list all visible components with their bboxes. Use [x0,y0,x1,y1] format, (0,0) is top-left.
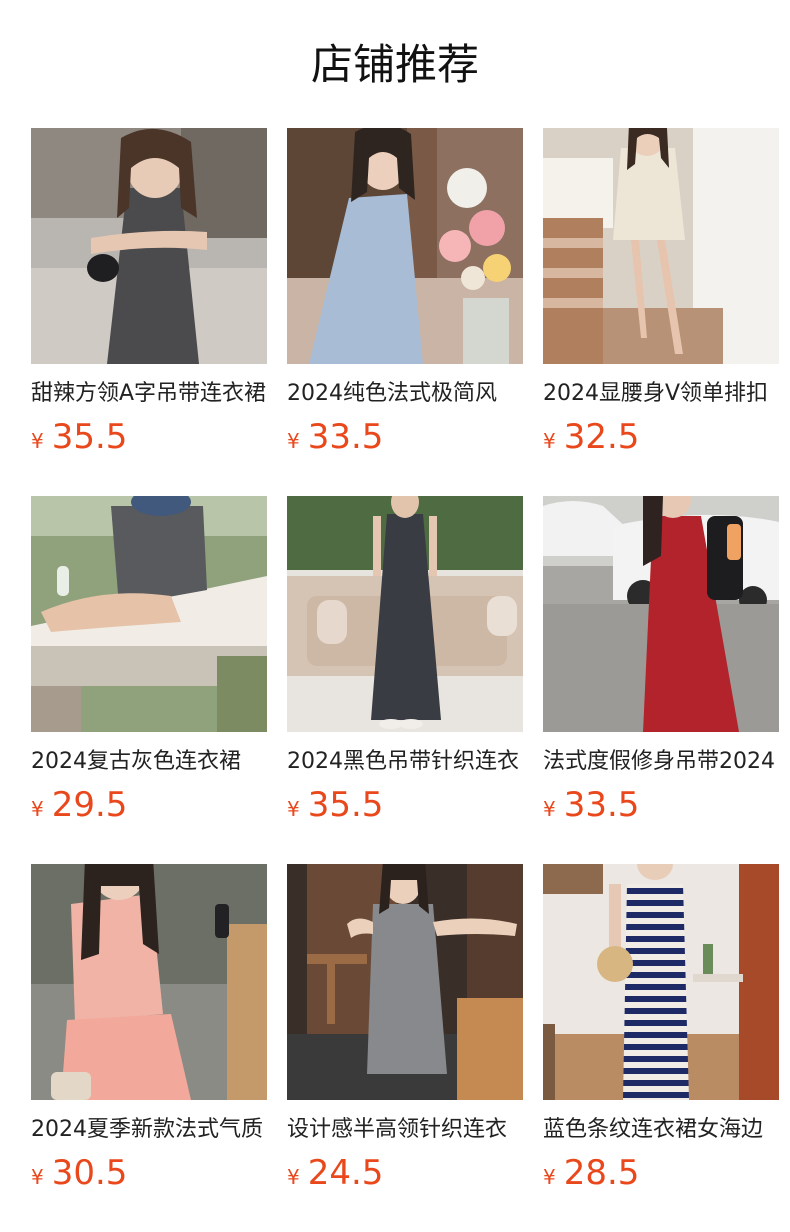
price-amount: 33.5 [307,417,384,457]
product-card[interactable]: 设计感半高领针织连衣 ¥24.5 [287,864,523,1193]
product-card[interactable]: 法式度假修身吊带2024 ¥33.5 [543,496,779,825]
product-image[interactable] [31,496,267,732]
product-title[interactable]: 2024显腰身V领单排扣 [543,378,779,410]
product-title[interactable]: 2024夏季新款法式气质 [31,1114,267,1146]
product-price: ¥28.5 [543,1152,779,1194]
product-card[interactable]: 2024夏季新款法式气质 ¥30.5 [31,864,267,1193]
product-image[interactable] [31,128,267,364]
product-title[interactable]: 2024纯色法式极简风 [287,378,523,410]
product-card[interactable]: 2024纯色法式极简风 ¥33.5 [287,128,523,457]
product-price: ¥32.5 [543,416,779,458]
price-amount: 30.5 [51,1153,128,1193]
product-title[interactable]: 甜辣方领A字吊带连衣裙 [31,378,267,410]
currency-symbol: ¥ [543,1165,556,1189]
shop-recommendations-page: 店铺推荐 甜辣方领A字吊带连衣裙 ¥35.5 2024纯色法式极简风 ¥ 33.… [0,0,790,1232]
price-amount: 33.5 [563,785,640,825]
product-image[interactable] [543,128,779,364]
product-price: ¥30.5 [31,1152,267,1194]
product-price: ¥33.5 [287,416,523,458]
product-image[interactable] [543,496,779,732]
product-price: ¥24.5 [287,1152,523,1194]
currency-symbol: ¥ [287,797,300,821]
product-card[interactable]: 甜辣方领A字吊带连衣裙 ¥35.5 [31,128,267,457]
product-title[interactable]: 2024黑色吊带针织连衣 [287,746,523,778]
currency-symbol: ¥ [543,429,556,453]
product-card[interactable]: 蓝色条纹连衣裙女海边 ¥28.5 [543,864,779,1193]
product-image[interactable] [31,864,267,1100]
product-price: ¥35.5 [287,784,523,826]
product-price: ¥35.5 [31,416,267,458]
product-title[interactable]: 设计感半高领针织连衣 [287,1114,523,1146]
currency-symbol: ¥ [31,797,44,821]
product-card[interactable]: 2024显腰身V领单排扣 ¥32.5 [543,128,779,457]
product-image[interactable] [287,128,523,364]
product-title[interactable]: 蓝色条纹连衣裙女海边 [543,1114,779,1146]
product-grid: 甜辣方领A字吊带连衣裙 ¥35.5 2024纯色法式极简风 ¥ 33.5 202… [31,128,779,1193]
price-amount: 35.5 [51,417,128,457]
price-amount: 28.5 [563,1153,640,1193]
product-image[interactable] [287,496,523,732]
product-title[interactable]: 2024复古灰色连衣裙 [31,746,267,778]
currency-symbol: ¥ [543,797,556,821]
product-card[interactable]: 2024复古灰色连衣裙 ¥29.5 [31,496,267,825]
product-price: ¥29.5 [31,784,267,826]
currency-symbol: ¥ [287,429,300,453]
currency-symbol: ¥ [31,429,44,453]
price-amount: 29.5 [51,785,128,825]
product-price: ¥33.5 [543,784,779,826]
currency-symbol: ¥ [31,1165,44,1189]
price-amount: 35.5 [307,785,384,825]
product-title[interactable]: 法式度假修身吊带2024 [543,746,779,778]
section-title: 店铺推荐 [310,40,479,89]
currency-symbol: ¥ [287,1165,300,1189]
product-image[interactable] [287,864,523,1100]
price-amount: 24.5 [307,1153,384,1193]
product-image[interactable] [543,864,779,1100]
price-amount: 32.5 [563,417,640,457]
product-card[interactable]: 2024黑色吊带针织连衣 ¥35.5 [287,496,523,825]
